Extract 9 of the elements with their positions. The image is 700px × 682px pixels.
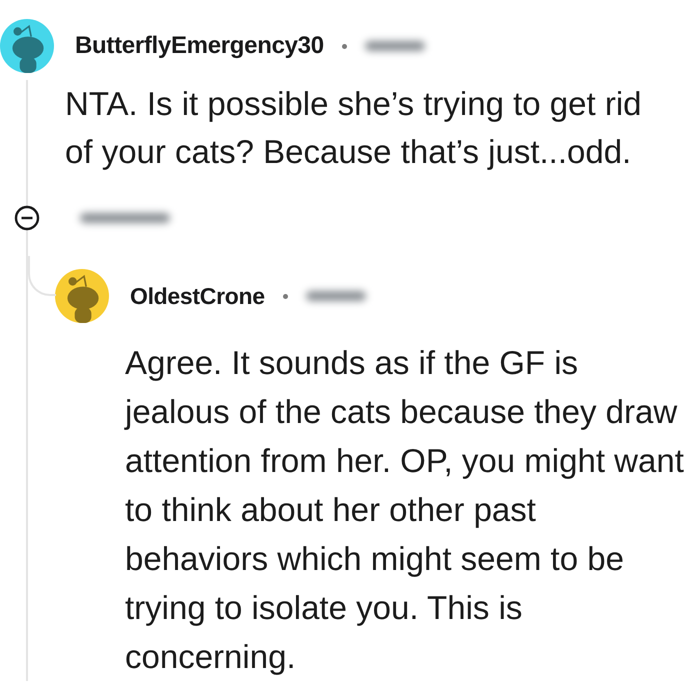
username[interactable]: ButterflyEmergency30 bbox=[75, 32, 324, 60]
separator-dot-icon bbox=[342, 44, 347, 48]
separator-dot-icon bbox=[282, 294, 288, 298]
comment-text: NTA. Is it possible she’s trying to get rid of your cats? Because that’s just...odd. bbox=[65, 84, 643, 172]
blurred-timestamp bbox=[364, 41, 425, 51]
comment-text: Agree. It sounds as if the GF is jealous of the cats because they draw attention from her. OP, you might want to think about her other past behaviors which might seem to be trying to isolate you. This is concerning. bbox=[125, 343, 685, 677]
blurred-timestamp bbox=[306, 291, 366, 301]
collapse-icon[interactable] bbox=[14, 205, 40, 231]
username[interactable]: OldestCrone bbox=[130, 282, 265, 310]
